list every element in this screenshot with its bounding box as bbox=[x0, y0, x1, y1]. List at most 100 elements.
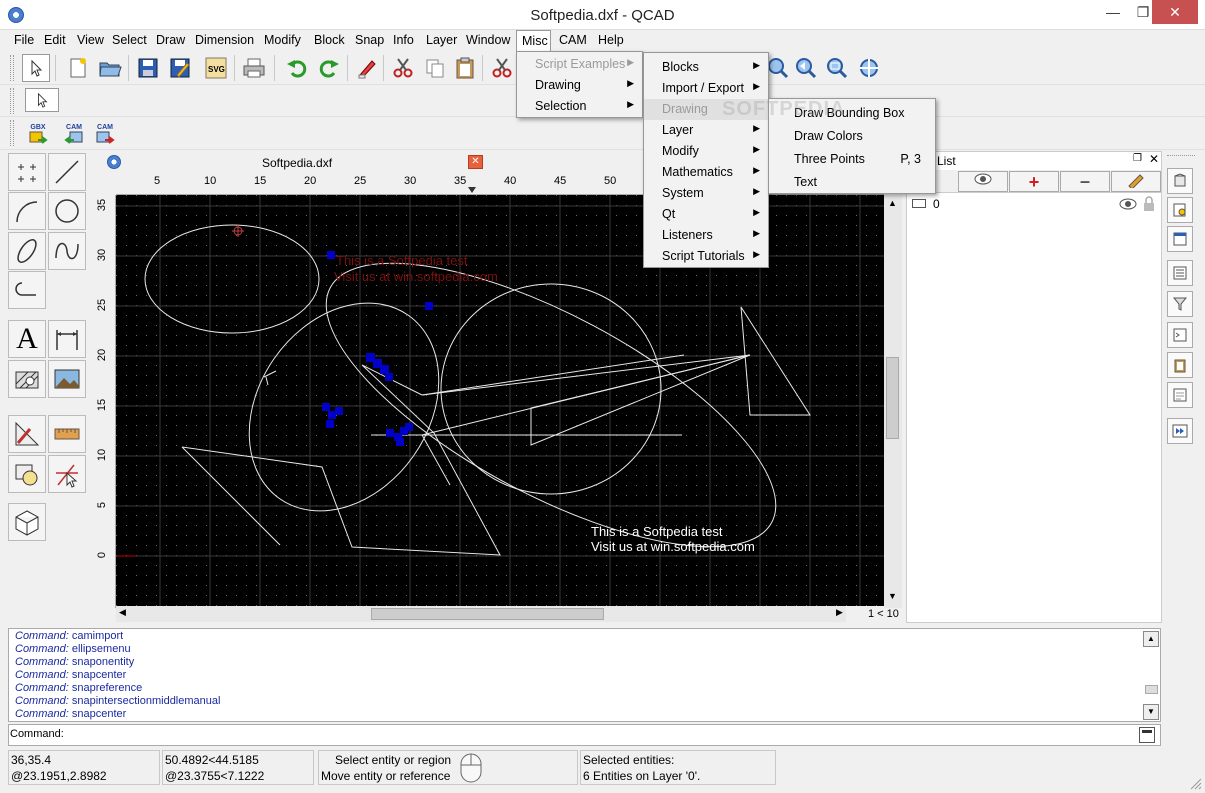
menu-item-listeners[interactable]: Listeners ▶ bbox=[644, 225, 768, 246]
toolbar-grip[interactable] bbox=[10, 88, 14, 114]
save-button[interactable] bbox=[134, 54, 162, 82]
toolbar-grip[interactable] bbox=[10, 55, 14, 81]
scroll-right-icon[interactable]: ▶ bbox=[836, 607, 843, 618]
command-window-icon[interactable] bbox=[1139, 727, 1155, 743]
menu-modify[interactable]: Modify bbox=[264, 33, 301, 47]
block-list-icon[interactable] bbox=[1167, 168, 1193, 194]
command-input-row[interactable]: Command: bbox=[8, 724, 1161, 746]
ruler-tool[interactable] bbox=[48, 415, 86, 453]
layer-lock-icon[interactable] bbox=[1143, 196, 1155, 212]
vertical-scrollbar[interactable]: ▲ ▼ bbox=[884, 195, 902, 608]
cut-with-reference-button[interactable] bbox=[488, 54, 516, 82]
zoom-auto-button[interactable] bbox=[823, 54, 851, 82]
save-as-button[interactable] bbox=[166, 54, 194, 82]
copy-button[interactable] bbox=[421, 54, 449, 82]
line-tool[interactable] bbox=[48, 153, 86, 191]
redo-button[interactable] bbox=[315, 54, 343, 82]
history-scroll-down-icon[interactable]: ▼ bbox=[1143, 704, 1159, 720]
document-close-icon[interactable]: ✕ bbox=[468, 155, 483, 169]
history-scroll-thumb[interactable] bbox=[1145, 685, 1158, 694]
menu-misc[interactable]: Misc bbox=[522, 34, 548, 48]
horizontal-scroll-thumb[interactable] bbox=[371, 608, 604, 620]
layer-visible-icon[interactable] bbox=[1119, 197, 1137, 211]
menu-item-blocks[interactable]: Blocks ▶ bbox=[644, 57, 768, 78]
hatch-tool[interactable] bbox=[8, 360, 46, 398]
panel-close-icon[interactable]: ✕ bbox=[1149, 152, 1159, 166]
arc-tool[interactable] bbox=[8, 192, 46, 230]
cam-import-button[interactable]: CAM bbox=[60, 120, 88, 148]
menu-item-import-export[interactable]: Import / Export ▶ bbox=[644, 78, 768, 99]
spline-tool[interactable] bbox=[48, 232, 86, 270]
menu-item-selection[interactable]: Selection ▶ bbox=[517, 96, 642, 117]
menu-item-text[interactable]: Text bbox=[769, 172, 935, 193]
menu-item-modify[interactable]: Modify ▶ bbox=[644, 141, 768, 162]
selection-filter-icon[interactable] bbox=[1167, 291, 1193, 317]
minimize-icon[interactable]: — bbox=[1096, 0, 1130, 24]
menu-snap[interactable]: Snap bbox=[355, 33, 384, 47]
gbx-import-button[interactable]: GBX bbox=[24, 120, 52, 148]
export-svg-button[interactable]: SVG bbox=[202, 54, 230, 82]
menu-window[interactable]: Window bbox=[466, 33, 510, 47]
3d-view-tool[interactable] bbox=[8, 503, 46, 541]
edit-layer-icon[interactable] bbox=[1111, 171, 1161, 192]
menu-edit[interactable]: Edit bbox=[44, 33, 66, 47]
history-scroll-up-icon[interactable]: ▲ bbox=[1143, 631, 1159, 647]
menu-item-script-examples[interactable]: Script Examples ▶ bbox=[517, 54, 642, 75]
menu-block[interactable]: Block bbox=[314, 33, 345, 47]
scroll-up-icon[interactable]: ▲ bbox=[888, 198, 897, 208]
fast-forward-icon[interactable] bbox=[1167, 418, 1193, 444]
zoom-pan-button[interactable] bbox=[855, 54, 883, 82]
horizontal-scrollbar[interactable]: ◀ ▶ bbox=[116, 606, 846, 622]
menu-item-drawing[interactable]: Drawing ▶ bbox=[517, 75, 642, 96]
text-tool[interactable]: A bbox=[8, 320, 46, 358]
resize-grip[interactable] bbox=[1188, 776, 1202, 790]
menu-item-qt[interactable]: Qt ▶ bbox=[644, 204, 768, 225]
undo-button[interactable] bbox=[283, 54, 311, 82]
menu-view[interactable]: View bbox=[77, 33, 104, 47]
menu-item-system[interactable]: System ▶ bbox=[644, 183, 768, 204]
polyline-tool[interactable] bbox=[8, 271, 46, 309]
select-tool-button[interactable] bbox=[25, 88, 59, 112]
menu-info[interactable]: Info bbox=[393, 33, 414, 47]
menu-dimension[interactable]: Dimension bbox=[195, 33, 254, 47]
ellipse-tool[interactable] bbox=[8, 232, 46, 270]
cam-export-button[interactable]: CAM bbox=[91, 120, 119, 148]
panel-float-icon[interactable]: ❐ bbox=[1133, 153, 1142, 164]
cut-button[interactable] bbox=[389, 54, 417, 82]
menu-item-draw-colors[interactable]: Draw Colors bbox=[769, 126, 935, 147]
menu-draw[interactable]: Draw bbox=[156, 33, 185, 47]
new-file-button[interactable] bbox=[64, 54, 92, 82]
open-file-button[interactable] bbox=[96, 54, 124, 82]
library-browser-icon[interactable] bbox=[1167, 197, 1193, 223]
paste-button[interactable] bbox=[451, 54, 479, 82]
command-line-icon[interactable] bbox=[1167, 322, 1193, 348]
menu-item-mathematics[interactable]: Mathematics ▶ bbox=[644, 162, 768, 183]
image-tool[interactable] bbox=[48, 360, 86, 398]
remove-layer-icon[interactable]: – bbox=[1060, 171, 1110, 192]
delete-button[interactable] bbox=[353, 54, 381, 82]
menu-item-script-tutorials[interactable]: Script Tutorials ▶ bbox=[644, 246, 768, 267]
clipboard-icon[interactable] bbox=[1167, 352, 1193, 378]
add-layer-icon[interactable]: + bbox=[1009, 171, 1059, 192]
menu-layer[interactable]: Layer bbox=[426, 33, 457, 47]
menu-select[interactable]: Select bbox=[112, 33, 147, 47]
menu-help[interactable]: Help bbox=[598, 33, 624, 47]
scroll-left-icon[interactable]: ◀ bbox=[119, 607, 126, 618]
circle-tool[interactable] bbox=[48, 192, 86, 230]
dimension-tool[interactable] bbox=[48, 320, 86, 358]
print-button[interactable] bbox=[240, 54, 268, 82]
view-list-icon[interactable] bbox=[1167, 226, 1193, 252]
vertical-scroll-thumb[interactable] bbox=[886, 357, 899, 439]
point-tool[interactable] bbox=[8, 153, 46, 191]
property-editor-icon[interactable] bbox=[1167, 260, 1193, 286]
select-pointer-button[interactable] bbox=[22, 54, 50, 82]
show-all-layers-button[interactable] bbox=[958, 171, 1008, 192]
modify-tool[interactable] bbox=[48, 455, 86, 493]
history-icon[interactable] bbox=[1167, 382, 1193, 408]
menu-cam[interactable]: CAM bbox=[559, 33, 587, 47]
menu-file[interactable]: File bbox=[14, 33, 34, 47]
block-tool[interactable] bbox=[8, 455, 46, 493]
scroll-down-icon[interactable]: ▼ bbox=[888, 591, 897, 601]
menu-item-layer[interactable]: Layer ▶ bbox=[644, 120, 768, 141]
close-icon[interactable]: ✕ bbox=[1152, 0, 1198, 24]
